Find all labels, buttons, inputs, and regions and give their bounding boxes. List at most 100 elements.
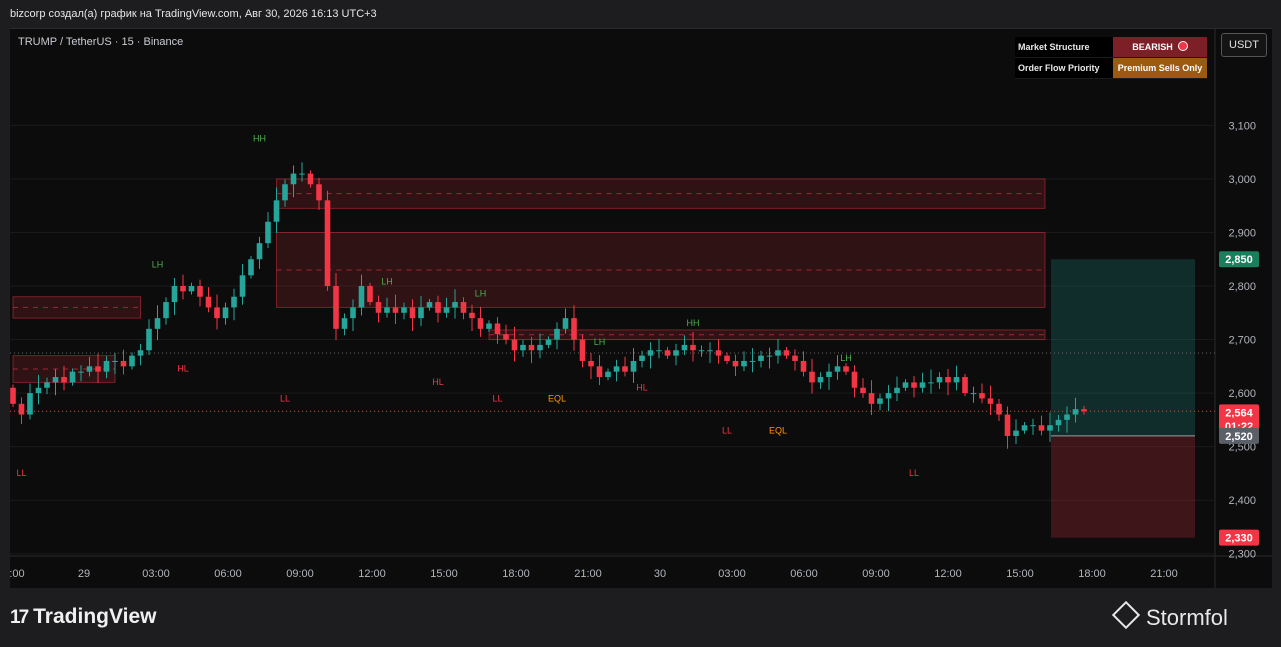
diamond-icon — [1111, 600, 1141, 630]
symbol-title: TRUMP / TetherUS · 15 · Binance — [18, 36, 184, 48]
x-tick-label: 03:00 — [718, 568, 746, 580]
candle-body — [996, 403, 1002, 415]
status-row-order-flow: Order Flow Priority Premium Sells Only — [1015, 58, 1207, 79]
candle-body — [35, 387, 42, 394]
candle-body — [197, 286, 203, 297]
candle-body — [146, 328, 152, 351]
candle-body — [622, 366, 628, 372]
x-tick-label: 15:00 — [430, 568, 458, 580]
candle-body — [783, 350, 790, 356]
chart-area[interactable]: HH LH LH LH LH HH LH LL HL LL HL LL EQL HL LL EQL LL 3,10… — [10, 28, 1272, 588]
candle-body — [1004, 414, 1011, 436]
x-tick-label: 09:00 — [862, 568, 890, 580]
footer — [0, 588, 1281, 647]
candle-body — [392, 307, 399, 313]
order-flow-value: Premium Sells Only — [1113, 58, 1207, 78]
candle-body — [613, 366, 620, 372]
candle-body — [809, 371, 815, 383]
candle-body — [800, 360, 807, 372]
candle-body — [690, 344, 696, 351]
candle-body — [188, 286, 195, 292]
x-tick-label: 12:00 — [358, 568, 386, 580]
structure-marker-label: LH — [840, 353, 852, 363]
tradingview-logo[interactable]: 17 TradingView — [10, 605, 156, 629]
candle-body — [350, 307, 356, 319]
price-label-text: 2,850 — [1225, 254, 1253, 266]
loss-zone — [1051, 435, 1195, 538]
x-tick-label: 03:00 — [142, 568, 170, 580]
structure-marker-label: EQL — [769, 425, 787, 435]
candle-body — [1047, 425, 1053, 431]
candle-body — [486, 323, 492, 329]
price-label-text: 2,564 — [1225, 407, 1253, 419]
bearish-dot-icon — [1177, 41, 1188, 51]
candle-body — [1030, 425, 1036, 427]
candle-body — [384, 307, 390, 313]
candle-body — [664, 350, 671, 356]
candle-body — [180, 286, 186, 292]
candle-body — [418, 307, 424, 319]
candle-body — [409, 307, 416, 319]
candle-body — [758, 355, 764, 361]
candle-body — [299, 173, 305, 175]
currency-button[interactable]: USDT — [1221, 33, 1267, 57]
candle-body — [741, 360, 747, 367]
candle-body — [647, 350, 654, 356]
candle-body — [528, 344, 535, 351]
candle-body — [401, 307, 407, 313]
y-tick-label: 2,400 — [1228, 495, 1256, 507]
market-structure-label: Market Structure — [1015, 37, 1116, 57]
watermark-text: Stormfol — [1146, 605, 1228, 630]
x-tick-label: 09:00 — [286, 568, 314, 580]
candle-body — [860, 387, 866, 394]
candle-body — [596, 366, 603, 378]
x-tick-label: 06:00 — [790, 568, 818, 580]
candle-body — [367, 286, 373, 303]
candle-body — [426, 302, 433, 308]
candle-body — [877, 398, 883, 404]
x-tick-label: 29 — [78, 568, 90, 580]
y-tick-label: 2,900 — [1228, 227, 1256, 239]
candle-body — [537, 344, 543, 351]
x-tick-label: 15:00 — [1006, 568, 1034, 580]
x-tick-label: 21:00 — [574, 568, 602, 580]
status-table: Market Structure BEARISH Order Flow Prio… — [1015, 37, 1207, 79]
candle-body — [214, 307, 220, 319]
x-tick-label: 12:00 — [934, 568, 962, 580]
candle-body — [316, 184, 322, 201]
candle-body — [775, 350, 781, 356]
candle-body — [239, 275, 246, 297]
candle-body — [231, 296, 237, 308]
candle-body — [205, 296, 212, 308]
structure-marker-label: HL — [636, 382, 648, 392]
candle-body — [673, 350, 679, 356]
candle-body — [545, 339, 552, 345]
candle-body — [171, 286, 178, 303]
candle-body — [52, 377, 59, 383]
candle-body — [435, 302, 441, 313]
candle-body — [639, 355, 645, 361]
candle-body — [1013, 430, 1019, 436]
candle-body — [1021, 425, 1028, 431]
candle-body — [520, 344, 526, 351]
x-tick-label: 18:00 — [502, 568, 530, 580]
structure-marker-label: LH — [381, 276, 393, 286]
candle-body — [477, 318, 484, 329]
candle-body — [962, 377, 968, 394]
structure-marker-label: LL — [722, 425, 732, 435]
y-tick-label: 2,700 — [1228, 335, 1256, 347]
candle-body — [571, 318, 577, 340]
candle-body — [69, 371, 76, 383]
structure-marker-label: LL — [492, 394, 502, 404]
price-chart[interactable]: HH LH LH LH LH HH LH LL HL LL HL LL EQL HL LL EQL LL 3,10… — [10, 29, 1272, 588]
candle-body — [265, 221, 271, 244]
candle-body — [724, 355, 730, 361]
tradingview-mark-icon: 17 — [10, 607, 29, 628]
candle-body — [707, 350, 713, 352]
structure-marker-label: EQL — [548, 394, 566, 404]
candle-body — [1055, 419, 1062, 426]
candle-body — [656, 350, 662, 352]
candle-body — [843, 366, 849, 372]
structure-marker-label: LL — [16, 468, 26, 478]
candle-body — [154, 318, 161, 329]
